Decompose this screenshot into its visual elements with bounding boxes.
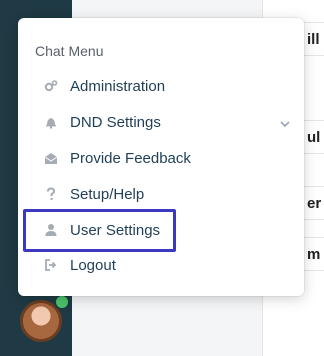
menu-item-provide-feedback[interactable]: Provide Feedback bbox=[44, 144, 292, 172]
menu-item-administration[interactable]: Administration bbox=[44, 72, 292, 100]
menu-item-logout[interactable]: Logout bbox=[44, 251, 292, 279]
chat-menu: Chat Menu Administration DND Settings Pr… bbox=[18, 18, 304, 296]
menu-item-setup-help[interactable]: Setup/Help bbox=[44, 180, 292, 208]
menu-item-user-settings[interactable]: User Settings bbox=[44, 216, 292, 244]
menu-title: Chat Menu bbox=[35, 43, 104, 59]
menu-item-label: Provide Feedback bbox=[70, 149, 191, 167]
presence-indicator bbox=[54, 294, 70, 310]
envelope-open-icon bbox=[44, 151, 58, 165]
bell-icon bbox=[44, 115, 58, 129]
gears-icon bbox=[44, 79, 58, 93]
menu-item-label: DND Settings bbox=[70, 113, 161, 131]
menu-item-label: Setup/Help bbox=[70, 185, 145, 203]
background-card-text: m bbox=[307, 245, 321, 263]
background-card-text: ul bbox=[307, 128, 321, 146]
user-icon bbox=[44, 223, 58, 237]
menu-item-label: Logout bbox=[70, 256, 116, 274]
background-card-text: er bbox=[307, 194, 322, 212]
background-card-text: ill bbox=[307, 30, 320, 48]
chevron-down-icon[interactable] bbox=[280, 115, 290, 133]
sign-out-icon bbox=[44, 258, 58, 272]
menu-item-dnd-settings[interactable]: DND Settings bbox=[44, 108, 292, 136]
question-icon bbox=[44, 187, 58, 201]
menu-item-label: User Settings bbox=[70, 221, 161, 239]
menu-item-label: Administration bbox=[70, 77, 166, 95]
